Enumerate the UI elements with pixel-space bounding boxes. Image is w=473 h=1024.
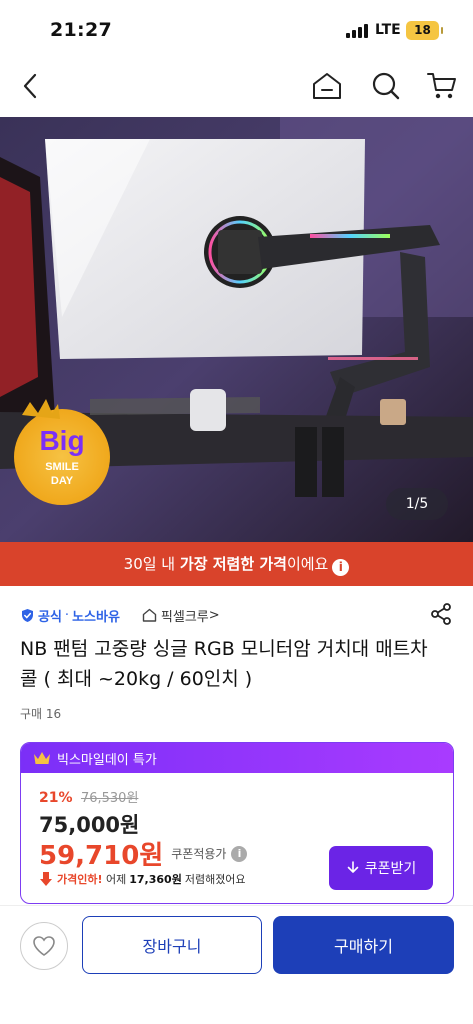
wishlist-button[interactable] <box>20 922 68 970</box>
home-button[interactable] <box>309 68 345 104</box>
back-button[interactable] <box>12 68 48 104</box>
cart-icon <box>427 73 456 99</box>
product-title: NB 팬텀 고중량 싱글 RGB 모니터암 거치대 매트차콜 ( 최대 ~20k… <box>20 638 428 690</box>
seller-row: 공식 · 노스바유 픽셀크루 > <box>20 604 220 626</box>
battery-indicator: 18 <box>406 21 443 40</box>
chevron-right-icon: > <box>208 607 220 623</box>
get-coupon-button[interactable]: 쿠폰받기 <box>329 846 433 890</box>
arrow-down-icon <box>40 872 52 886</box>
promo-logo-day: DAY <box>51 475 74 487</box>
brand-link[interactable]: 노스바유 <box>72 606 120 625</box>
final-price: 59,710원 <box>39 841 164 871</box>
store-name: 픽셀크루 <box>160 609 209 625</box>
promo-logo-smile: SMILE <box>45 461 79 473</box>
price-card-title: 빅스마일데이 특가 <box>57 752 157 768</box>
store-icon <box>142 608 157 622</box>
price-card: 빅스마일데이 특가 21% 76,530원 75,000원 59,710원 쿠폰… <box>20 742 454 904</box>
purchase-count: 구매 16 <box>20 707 62 721</box>
promo-logo-big: Big <box>39 425 84 456</box>
back-icon <box>23 73 37 99</box>
price-drop-note: 가격인하! 어제 17,360원 저렴해졌어요 <box>39 871 246 887</box>
share-icon[interactable] <box>429 602 453 626</box>
get-coupon-label: 쿠폰받기 <box>364 861 417 877</box>
status-bar: 21:27 LTE 18 <box>0 0 473 56</box>
cart-button[interactable] <box>424 68 460 104</box>
add-to-cart-button[interactable]: 장바구니 <box>82 916 262 974</box>
price-drop-suffix: 저렴해졌어요 <box>184 873 246 886</box>
price-drop-amount: 17,360원 <box>129 873 182 886</box>
official-label: 공식 <box>38 609 62 625</box>
search-button[interactable] <box>368 68 404 104</box>
crown-icon <box>34 752 50 764</box>
discount-row: 21% 76,530원 <box>39 787 138 806</box>
buy-now-button[interactable]: 구매하기 <box>273 916 454 974</box>
heart-icon <box>33 936 55 956</box>
price-drop-when: 어제 <box>106 873 127 886</box>
clock: 21:27 <box>50 19 112 41</box>
carousel-page-indicator: 1/5 <box>386 488 448 520</box>
original-price: 76,530원 <box>80 791 139 806</box>
info-icon[interactable]: i <box>231 845 248 862</box>
top-nav <box>0 58 473 114</box>
search-icon <box>372 72 400 100</box>
home-icon <box>313 73 341 99</box>
info-icon: i <box>332 559 350 576</box>
store-link[interactable]: 픽셀크루 > <box>142 606 220 625</box>
brand-separator: · <box>64 607 70 623</box>
lowest-price-banner[interactable]: 30일 내 가장 저렴한 가격이에요 i <box>0 542 473 586</box>
network-label: LTE <box>375 22 401 38</box>
bottom-action-bar: 장바구니 구매하기 <box>0 905 473 985</box>
signal-icon <box>346 24 370 38</box>
promo-highlight: 가장 저렴한 가격 <box>179 555 287 573</box>
coupon-price-row: 59,710원 쿠폰적용가 i <box>39 835 248 872</box>
discount-rate: 21% <box>39 790 73 806</box>
coupon-price-label: 쿠폰적용가 <box>171 847 227 861</box>
price-drop-label: 가격인하! <box>57 873 103 886</box>
shield-check-icon <box>22 608 33 622</box>
promo-suffix: 이에요 <box>286 555 329 573</box>
promo-prefix: 30일 내 <box>123 555 180 573</box>
download-icon <box>347 861 359 873</box>
product-image-carousel[interactable]: Big SMILE DAY 1/5 <box>0 117 473 542</box>
product-photo: Big SMILE DAY <box>0 117 473 542</box>
price-card-header: 빅스마일데이 특가 <box>21 743 453 773</box>
